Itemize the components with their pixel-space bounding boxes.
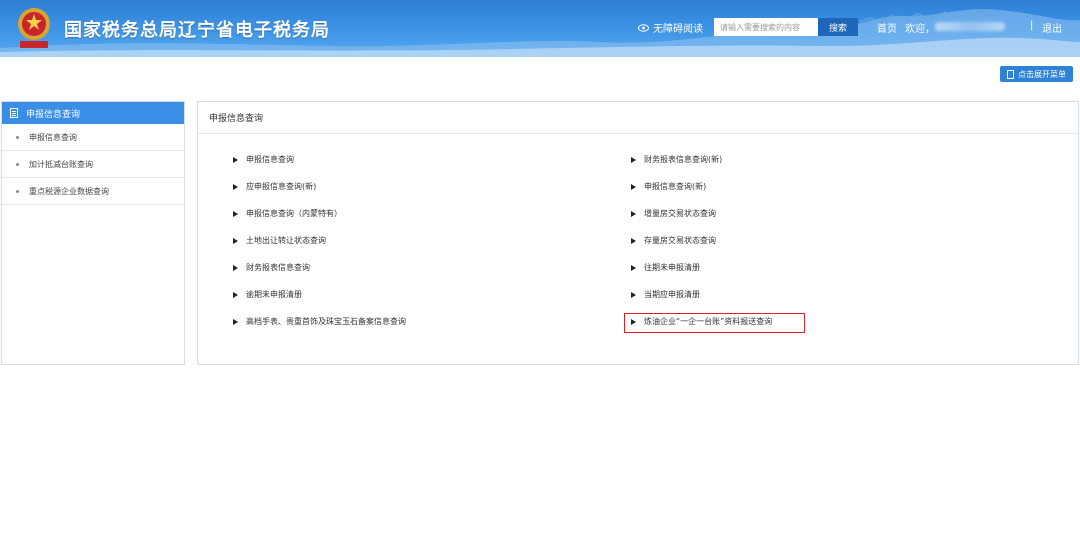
triangle-right-icon: [233, 291, 238, 298]
query-link-label: 申报信息查询（内蒙特有）: [246, 209, 342, 218]
document-icon: [1007, 69, 1014, 79]
query-link-label: 高档手表、贵重首饰及珠宝玉石备案信息查询: [246, 317, 406, 326]
triangle-right-icon: [631, 183, 636, 190]
logout-link[interactable]: 退出: [1042, 20, 1062, 35]
query-link-label: 逾期未申报清册: [246, 290, 302, 299]
document-list-icon: [10, 108, 18, 118]
query-link-label: 当期应申报清册: [644, 290, 700, 299]
query-link[interactable]: 应申报信息查询(新): [233, 181, 316, 192]
highlight-box: [624, 313, 805, 333]
query-link-label: 应申报信息查询(新): [246, 182, 317, 191]
triangle-right-icon: [631, 210, 636, 217]
triangle-right-icon: [233, 237, 238, 244]
site-title: 国家税务总局辽宁省电子税务局: [64, 20, 330, 41]
query-link[interactable]: 存量房交易状态查询: [631, 235, 716, 246]
query-link-label: 土地出让转让状态查询: [246, 236, 326, 245]
triangle-right-icon: [233, 210, 238, 217]
triangle-right-icon: [233, 156, 238, 163]
triangle-right-icon: [631, 291, 636, 298]
sidebar-item-declaration-query[interactable]: 申报信息查询: [2, 124, 184, 151]
eye-icon: [638, 23, 649, 32]
query-link[interactable]: 逾期未申报清册: [233, 289, 302, 300]
sidebar-item-key-tax-source[interactable]: 重点税源企业数据查询: [2, 178, 184, 205]
sidebar-item-label: 加计抵减台账查询: [29, 159, 93, 169]
sidebar-title: 申报信息查询: [26, 109, 81, 120]
redacted-username: [935, 22, 1005, 31]
accessible-reading-label: 无障碍阅读: [653, 24, 703, 35]
query-link[interactable]: 往期未申报清册: [631, 262, 700, 273]
triangle-right-icon: [233, 264, 238, 271]
sidebar-header[interactable]: 申报信息查询: [2, 102, 184, 124]
query-link-label: 申报信息查询(新): [644, 182, 707, 191]
accessible-reading-link[interactable]: 无障碍阅读: [638, 20, 703, 35]
bullet-icon: [16, 135, 19, 139]
query-link-label: 往期未申报清册: [644, 263, 700, 272]
query-link-label: 增量房交易状态查询: [644, 209, 716, 218]
expand-menu-label: 点击展开菜单: [1018, 69, 1066, 79]
query-link[interactable]: 财务报表信息查询(新): [631, 154, 722, 165]
sidebar: 申报信息查询 申报信息查询 加计抵减台账查询 重点税源企业数据查询: [1, 101, 185, 365]
query-link[interactable]: 高档手表、贵重首饰及珠宝玉石备案信息查询: [233, 316, 406, 327]
search-input[interactable]: [714, 18, 818, 36]
main-panel: 申报信息查询 申报信息查询 应申报信息查询(新) 申报信息查询（内蒙特有） 土地…: [197, 101, 1079, 365]
expand-menu-button[interactable]: 点击展开菜单: [1000, 66, 1073, 82]
sidebar-item-label: 申报信息查询: [29, 132, 77, 142]
query-link[interactable]: 申报信息查询（内蒙特有）: [233, 208, 342, 219]
query-link[interactable]: 申报信息查询: [233, 154, 294, 165]
home-link[interactable]: 首页: [877, 20, 897, 35]
national-emblem-icon: [18, 8, 50, 48]
sidebar-item-label: 重点税源企业数据查询: [29, 186, 109, 196]
query-link-label: 财务报表信息查询: [246, 263, 310, 272]
query-link[interactable]: 土地出让转让状态查询: [233, 235, 326, 246]
panel-title: 申报信息查询: [198, 102, 1078, 134]
query-link[interactable]: 财务报表信息查询: [233, 262, 310, 273]
bullet-icon: [16, 162, 19, 166]
bullet-icon: [16, 189, 19, 193]
triangle-right-icon: [631, 264, 636, 271]
query-link-label: 申报信息查询: [246, 155, 294, 164]
search-button[interactable]: 搜索: [818, 18, 858, 36]
query-link-label: 财务报表信息查询(新): [644, 155, 723, 164]
triangle-right-icon: [631, 156, 636, 163]
query-link-label: 存量房交易状态查询: [644, 236, 716, 245]
query-link[interactable]: 增量房交易状态查询: [631, 208, 716, 219]
query-link[interactable]: 申报信息查询(新): [631, 181, 706, 192]
triangle-right-icon: [233, 318, 238, 325]
header-separator: |: [1030, 20, 1034, 31]
triangle-right-icon: [631, 237, 636, 244]
top-banner: 国家税务总局辽宁省电子税务局 无障碍阅读 搜索 首页 欢迎， | 退出: [0, 0, 1080, 57]
welcome-text: 欢迎，: [905, 24, 935, 35]
triangle-right-icon: [233, 183, 238, 190]
query-link[interactable]: 当期应申报清册: [631, 289, 700, 300]
sidebar-item-deduction-ledger[interactable]: 加计抵减台账查询: [2, 151, 184, 178]
